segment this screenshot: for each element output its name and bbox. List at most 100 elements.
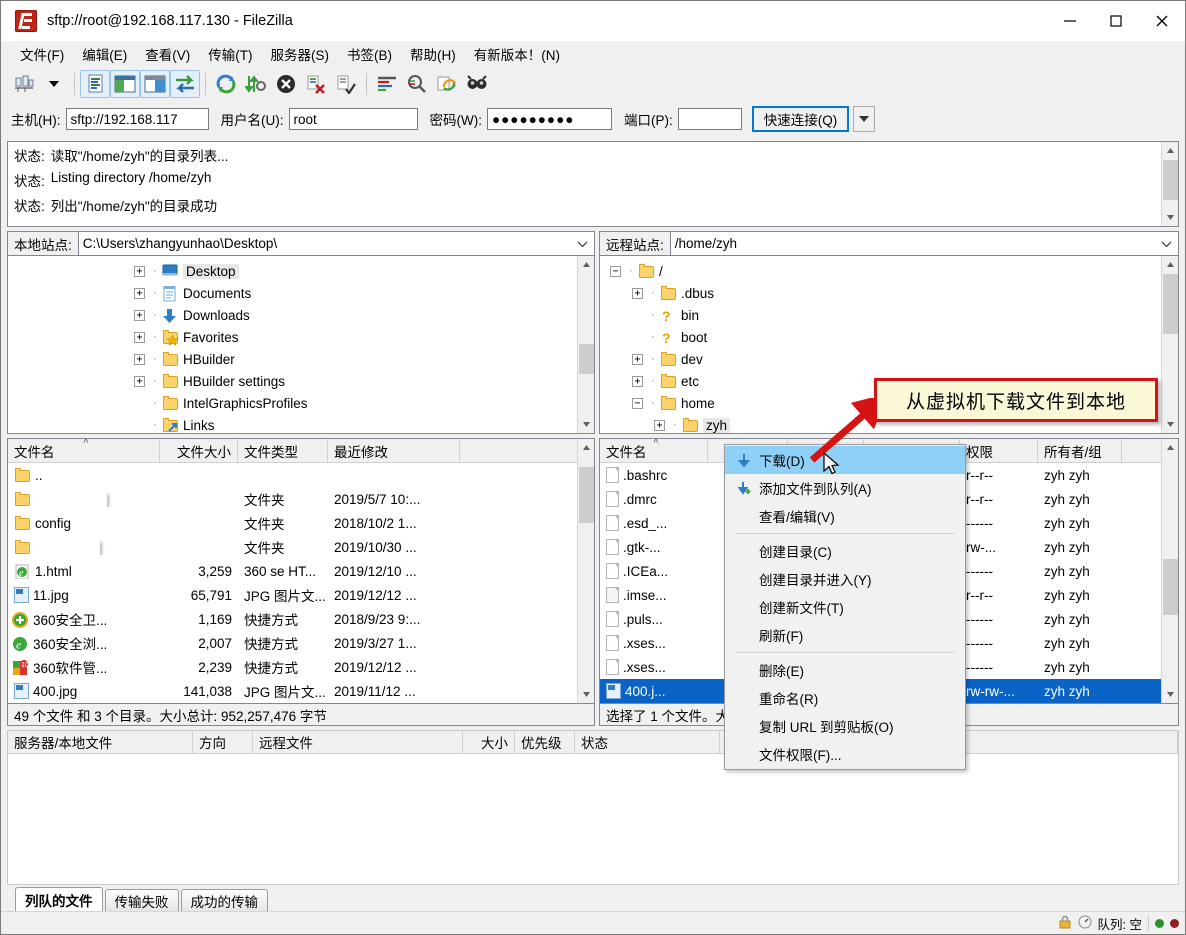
minimize-button[interactable] — [1047, 1, 1093, 41]
quickconnect-history-dropdown[interactable] — [853, 106, 876, 132]
column-header-direction[interactable]: 方向 — [193, 731, 253, 753]
table-row[interactable]: 11.jpg 65,791 JPG 图片文... 2019/12/12 ... — [8, 583, 594, 607]
tree-item-hbuilder-settings[interactable]: + · HBuilder settings — [8, 370, 594, 392]
tree-item-documents[interactable]: + · Documents — [8, 282, 594, 304]
tree-item-bin[interactable]: · ? bin — [600, 304, 1178, 326]
expander-icon[interactable]: + — [134, 375, 145, 387]
expander-icon[interactable]: + — [134, 309, 145, 321]
compare-directories-icon[interactable] — [402, 70, 432, 98]
find-files-icon[interactable] — [462, 70, 492, 98]
table-row[interactable]: 400.jpg 141,038 JPG 图片文... 2019/11/12 ..… — [8, 679, 594, 703]
tree-item-favorites[interactable]: + · Favorites — [8, 326, 594, 348]
expander-icon[interactable]: + — [632, 353, 643, 365]
context-menu-item-rename[interactable]: 重命名(R) — [725, 684, 965, 712]
remote-list-scrollbar[interactable] — [1161, 439, 1178, 703]
toggle-local-tree-icon[interactable] — [110, 70, 140, 98]
local-directory-tree[interactable]: + · Desktop + · Documents + · Downloads … — [7, 256, 595, 434]
menu-view[interactable]: 查看(V) — [136, 42, 199, 66]
local-file-list[interactable]: 文件名 ^ 文件大小 文件类型 最近修改 .. 文件夹 2019/5/7 10:… — [7, 438, 595, 704]
menu-bookmarks[interactable]: 书签(B) — [338, 42, 401, 66]
scroll-up-icon[interactable] — [578, 256, 595, 273]
column-header-filename[interactable]: 文件名 ^ — [600, 439, 708, 462]
tab-failed-transfers[interactable]: 传输失败 — [104, 889, 179, 911]
refresh-icon[interactable] — [211, 70, 241, 98]
table-row[interactable]: 10 360软件管... 2,239 快捷方式 2019/12/12 ... — [8, 655, 594, 679]
column-header-filesize[interactable]: 文件大小 — [160, 439, 238, 462]
scroll-thumb[interactable] — [1163, 559, 1178, 615]
scroll-up-icon[interactable] — [1162, 256, 1179, 273]
tree-item-downloads[interactable]: + · Downloads — [8, 304, 594, 326]
expander-icon[interactable]: − — [610, 265, 621, 277]
process-queue-icon[interactable] — [241, 70, 271, 98]
tree-item-hbuilder[interactable]: + · HBuilder — [8, 348, 594, 370]
local-path-combo[interactable]: C:\Users\zhangyunhao\Desktop\ — [77, 231, 595, 256]
tree-item-boot[interactable]: · ? boot — [600, 326, 1178, 348]
context-menu-item-create-directory[interactable]: 创建目录(C) — [725, 537, 965, 565]
scroll-up-icon[interactable] — [578, 439, 595, 456]
expander-icon[interactable]: − — [632, 397, 643, 409]
table-row[interactable]: 360安全卫... 1,169 快捷方式 2018/9/23 9:... — [8, 607, 594, 631]
maximize-button[interactable] — [1093, 1, 1139, 41]
scroll-down-icon[interactable] — [1162, 209, 1179, 226]
toggle-transfer-queue-icon[interactable] — [170, 70, 200, 98]
expander-icon[interactable]: + — [134, 287, 145, 299]
cancel-operation-icon[interactable] — [271, 70, 301, 98]
scroll-up-icon[interactable] — [1162, 439, 1179, 456]
table-row[interactable]: 403.jpg 124,959 JPG 图片文... 2019/11/13 ..… — [8, 703, 594, 704]
reconnect-icon[interactable] — [331, 70, 361, 98]
host-input[interactable] — [65, 108, 209, 130]
tree-item-root[interactable]: − · / — [600, 260, 1178, 282]
context-menu-item-add-to-queue[interactable]: 添加文件到队列(A) — [725, 474, 965, 502]
scroll-down-icon[interactable] — [578, 416, 595, 433]
tree-item-desktop[interactable]: + · Desktop — [8, 260, 594, 282]
expander-icon[interactable]: + — [632, 375, 643, 387]
port-input[interactable] — [677, 108, 742, 130]
remote-path-combo[interactable]: /home/zyh — [669, 231, 1179, 256]
column-header-remote-file[interactable]: 远程文件 — [253, 731, 463, 753]
menu-file[interactable]: 文件(F) — [11, 42, 73, 66]
column-header-server-local-file[interactable]: 服务器/本地文件 — [8, 731, 193, 753]
menu-edit[interactable]: 编辑(E) — [73, 42, 136, 66]
tree-item-dev[interactable]: + · dev — [600, 348, 1178, 370]
scroll-down-icon[interactable] — [578, 686, 595, 703]
context-menu-item-copy-url[interactable]: 复制 URL 到剪贴板(O) — [725, 712, 965, 740]
disconnect-icon[interactable] — [301, 70, 331, 98]
column-header-permissions[interactable]: 权限 — [960, 439, 1038, 462]
expander-icon[interactable]: + — [134, 265, 145, 277]
quickconnect-button[interactable]: 快速连接(Q) — [751, 106, 850, 132]
scroll-thumb[interactable] — [579, 467, 594, 523]
context-menu-item-view-edit[interactable]: 查看/编辑(V) — [725, 502, 965, 530]
menu-new-version[interactable]: 有新版本！(N) — [465, 42, 569, 66]
context-menu-item-create-new-file[interactable]: 创建新文件(T) — [725, 593, 965, 621]
close-button[interactable] — [1139, 1, 1185, 41]
scroll-thumb[interactable] — [1163, 160, 1178, 200]
scroll-down-icon[interactable] — [1162, 416, 1179, 433]
filter-icon[interactable] — [372, 70, 402, 98]
expander-icon[interactable]: + — [134, 331, 145, 343]
column-header-modified[interactable]: 最近修改 — [328, 439, 460, 462]
expander-icon[interactable]: + — [134, 353, 145, 365]
table-row[interactable]: .. — [8, 463, 594, 487]
password-input[interactable] — [486, 108, 612, 130]
scroll-down-icon[interactable] — [1162, 686, 1179, 703]
menu-server[interactable]: 服务器(S) — [262, 42, 339, 66]
table-row[interactable]: 文件夹 2019/10/30 ... — [8, 535, 594, 559]
local-list-scrollbar[interactable] — [577, 439, 594, 703]
context-menu-item-file-permissions[interactable]: 文件权限(F)... — [725, 740, 965, 768]
toggle-message-log-icon[interactable] — [80, 70, 110, 98]
scroll-up-icon[interactable] — [1162, 142, 1179, 159]
remote-tree-scrollbar[interactable] — [1161, 256, 1178, 433]
context-menu-item-delete[interactable]: 删除(E) — [725, 656, 965, 684]
username-input[interactable] — [288, 108, 418, 130]
column-header-filetype[interactable]: 文件类型 — [238, 439, 328, 462]
menu-transfer[interactable]: 传输(T) — [199, 42, 261, 66]
expander-icon[interactable]: + — [632, 287, 643, 299]
column-header-priority[interactable]: 优先级 — [515, 731, 575, 753]
table-row[interactable]: config 文件夹 2018/10/2 1... — [8, 511, 594, 535]
tab-successful-transfers[interactable]: 成功的传输 — [180, 889, 268, 911]
scroll-thumb[interactable] — [579, 344, 594, 374]
table-row[interactable]: e 360安全浏... 2,007 快捷方式 2019/3/27 1... — [8, 631, 594, 655]
tree-item-intelgraphicsprofiles[interactable]: · IntelGraphicsProfiles — [8, 392, 594, 414]
scroll-thumb[interactable] — [1163, 274, 1178, 334]
context-menu-item-create-and-enter-directory[interactable]: 创建目录并进入(Y) — [725, 565, 965, 593]
